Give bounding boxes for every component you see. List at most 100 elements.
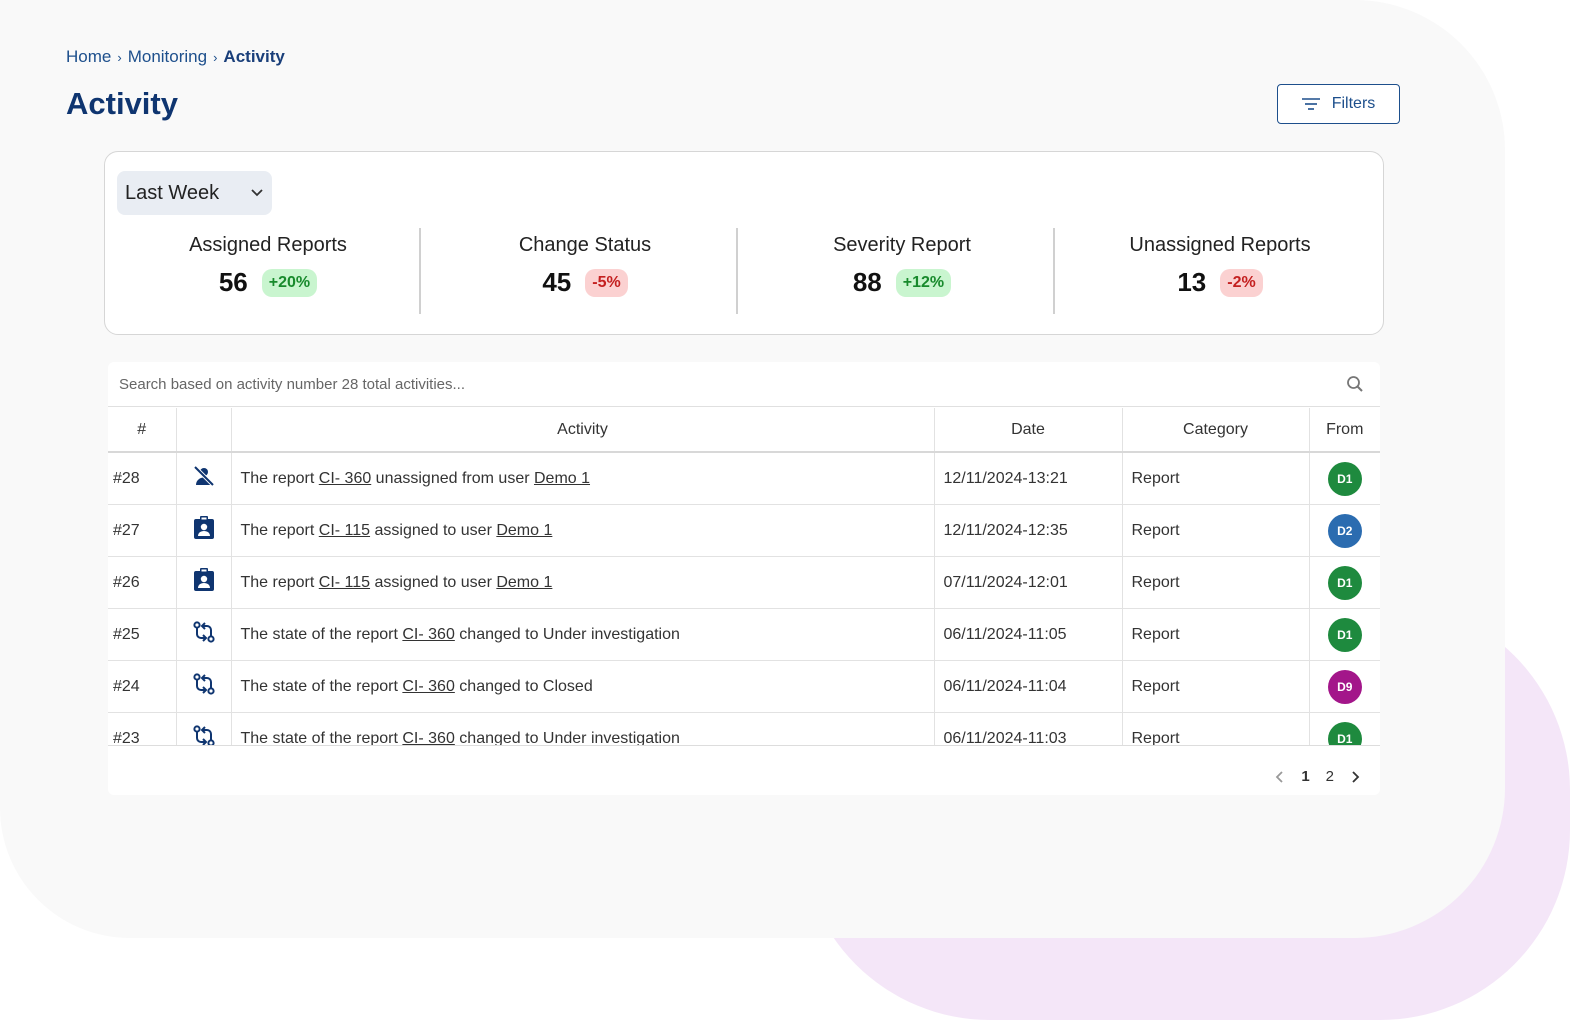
stat-unassigned-reports: Unassigned Reports 13 -2% (1070, 234, 1370, 298)
user-link[interactable]: Demo 1 (534, 470, 590, 487)
stat-change-badge: -5% (585, 268, 628, 297)
chevron-right-icon: › (213, 49, 218, 65)
report-link[interactable]: CI- 360 (319, 470, 371, 487)
filter-icon (1301, 98, 1320, 110)
status-change-icon (192, 621, 216, 648)
row-date: 06/11/2024-11:03 (934, 712, 1123, 745)
search-icon[interactable] (1346, 375, 1364, 393)
stats-card: Last Week Assigned Reports 56 +20% Chang… (104, 151, 1384, 335)
table-row[interactable]: #24 The state of the report CI- 360 chang… (108, 660, 1380, 713)
activity-prefix: The report (240, 521, 319, 539)
divider (1053, 228, 1055, 314)
breadcrumb: Home › Monitoring › Activity (66, 47, 285, 67)
search-bar (108, 362, 1380, 407)
row-category: Report (1122, 660, 1310, 713)
period-value: Last Week (125, 181, 220, 204)
status-change-icon (192, 673, 216, 700)
activity-middle: changed to Closed (454, 677, 593, 695)
stat-change-badge: -2% (1220, 268, 1263, 297)
activity-prefix: The state of the report (240, 677, 403, 695)
report-link[interactable]: CI- 115 (319, 574, 370, 591)
stat-value: 45 (542, 267, 572, 297)
col-header-icon (176, 408, 232, 453)
table-row[interactable]: #25 The state of the report CI- 360 chang… (108, 608, 1380, 661)
row-activity: The state of the report CI- 360 changed … (231, 712, 935, 746)
avatar[interactable]: D2 (1327, 513, 1362, 548)
row-date: 06/11/2024-11:04 (934, 660, 1123, 713)
stat-change-badge: +12% (895, 268, 952, 297)
row-category: Report (1122, 556, 1310, 609)
avatar[interactable]: D1 (1327, 565, 1362, 600)
stat-value: 56 (218, 267, 248, 297)
period-select[interactable]: Last Week (117, 171, 272, 215)
report-link[interactable]: CI- 360 (402, 730, 454, 746)
chevron-right-icon[interactable] (1350, 770, 1360, 784)
user-link[interactable]: Demo 1 (496, 574, 552, 591)
row-activity: The report CI- 115 assigned to user Demo… (231, 556, 935, 609)
row-category: Report (1122, 504, 1310, 557)
row-category: Report (1122, 608, 1310, 661)
user-link[interactable]: Demo 1 (496, 522, 552, 539)
activity-middle: unassigned from user (371, 469, 534, 487)
row-number: #25 (108, 608, 177, 661)
col-header-from: From (1309, 408, 1380, 453)
user-badge-icon (193, 516, 215, 544)
search-input[interactable] (117, 374, 1321, 394)
row-date: 12/11/2024-12:35 (934, 504, 1123, 557)
stat-value: 88 (852, 267, 882, 297)
page-1[interactable]: 1 (1301, 768, 1309, 785)
stat-value: 13 (1177, 267, 1207, 297)
activity-table-panel: # Activity Date Category From #28 The rep… (108, 362, 1380, 795)
row-activity: The report CI- 115 assigned to user Demo… (231, 504, 935, 557)
col-header-number: # (108, 408, 177, 453)
row-date: 06/11/2024-11:05 (934, 608, 1123, 661)
stat-label: Unassigned Reports (1129, 234, 1311, 256)
row-icon-cell (176, 660, 232, 713)
report-link[interactable]: CI- 360 (402, 678, 454, 695)
col-header-category: Category (1122, 408, 1310, 453)
filters-button[interactable]: Filters (1277, 84, 1400, 124)
table-row[interactable]: #26 The report CI- 115 assigned to user D… (108, 556, 1380, 609)
activity-middle: changed to Under investigation (454, 625, 680, 643)
table-row[interactable]: #23 The state of the report CI- 360 chang… (108, 712, 1380, 746)
col-header-activity: Activity (231, 408, 935, 453)
row-number: #23 (108, 712, 177, 745)
row-icon-cell (176, 608, 232, 661)
avatar[interactable]: D1 (1327, 721, 1362, 745)
page-2[interactable]: 2 (1326, 768, 1334, 785)
avatar[interactable]: D9 (1327, 669, 1362, 704)
activity-prefix: The state of the report (240, 729, 403, 746)
breadcrumb-home[interactable]: Home (66, 47, 111, 67)
chevron-left-icon[interactable] (1275, 770, 1285, 784)
avatar[interactable]: D1 (1327, 461, 1362, 496)
activity-prefix: The report (240, 469, 319, 487)
activity-table: # Activity Date Category From #28 The rep… (108, 408, 1380, 746)
breadcrumb-monitoring[interactable]: Monitoring (128, 47, 207, 67)
activity-middle: assigned to user (370, 521, 497, 539)
table-row[interactable]: #28 The report CI- 360 unassigned from us… (108, 452, 1380, 505)
table-scroll-area[interactable]: # Activity Date Category From #28 The rep… (108, 408, 1380, 746)
user-unassigned-icon (192, 465, 216, 492)
user-badge-icon (193, 568, 215, 596)
activity-middle: changed to Under investigation (454, 729, 680, 746)
row-activity: The state of the report CI- 360 changed … (231, 660, 935, 713)
report-link[interactable]: CI- 115 (319, 522, 370, 539)
avatar[interactable]: D1 (1327, 617, 1362, 652)
filters-label: Filters (1331, 95, 1376, 112)
row-icon-cell (176, 504, 232, 557)
chevron-right-icon: › (117, 49, 122, 65)
row-from: D1 (1309, 556, 1380, 609)
activity-middle: assigned to user (370, 573, 497, 591)
row-number: #26 (108, 556, 177, 609)
row-from: D2 (1309, 504, 1380, 557)
activity-prefix: The report (240, 573, 319, 591)
row-date: 07/11/2024-12:01 (934, 556, 1123, 609)
table-row[interactable]: #27 The report CI- 115 assigned to user D… (108, 504, 1380, 557)
breadcrumb-current: Activity (223, 47, 285, 66)
stat-assigned-reports: Assigned Reports 56 +20% (118, 234, 418, 298)
divider (736, 228, 738, 314)
divider (419, 228, 421, 314)
row-from: D9 (1309, 660, 1380, 713)
pagination: 1 2 (1275, 768, 1360, 785)
report-link[interactable]: CI- 360 (402, 626, 454, 643)
